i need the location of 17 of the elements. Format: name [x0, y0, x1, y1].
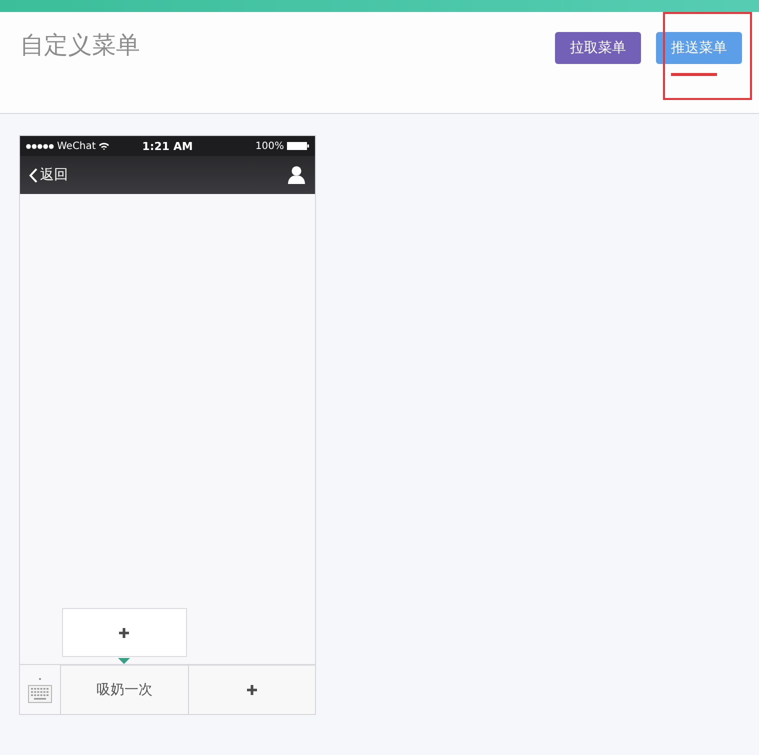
add-submenu-button[interactable] [62, 608, 186, 657]
user-icon[interactable] [288, 166, 305, 184]
battery-icon [287, 142, 309, 150]
plus-icon [119, 628, 130, 638]
battery-label: 100% [255, 140, 284, 152]
status-time: 1:21 AM [142, 140, 193, 152]
pointer-triangle-icon [118, 658, 130, 664]
pull-menu-button[interactable]: 拉取菜单 [555, 32, 641, 64]
carrier-label: WeChat [57, 140, 96, 152]
back-button[interactable]: 返回 [29, 166, 68, 184]
wifi-icon [98, 142, 109, 150]
keyboard-icon[interactable] [28, 676, 52, 702]
back-chevron-icon [29, 168, 38, 182]
signal-icon [26, 144, 54, 148]
plus-icon [246, 685, 257, 695]
page-title: 自定义菜单 [20, 31, 140, 59]
annotation-underline [671, 73, 717, 76]
